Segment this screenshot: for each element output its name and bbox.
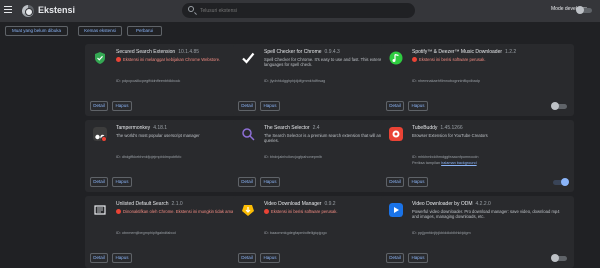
actions-bar: Muat yang belum dibuka Kemas ekstensi Pe… — [0, 22, 600, 39]
extension-id: ID: pdpcpoailkcpegffddnffeenbfdkbock — [116, 79, 181, 83]
shield-icon — [93, 51, 107, 65]
details-button[interactable]: Detail — [386, 253, 404, 263]
unlisted-icon — [93, 203, 107, 217]
extension-description: Browser Extension for YouTube Creators — [412, 133, 488, 138]
extension-card: Video Downloader by ODM 4.2.2.0 Powerful v… — [381, 196, 574, 268]
extension-id: ID: bhdnjalnhclkecjogfpahonepmlb — [264, 155, 323, 159]
extension-name: Video Download Manager 0.9.2 — [264, 201, 336, 207]
details-button[interactable]: Detail — [238, 177, 256, 187]
extension-id: ID: dhdgffkkebhmkfjojejmpbldmpobfkfo — [116, 155, 182, 159]
extension-toggle[interactable] — [553, 178, 569, 186]
details-button[interactable]: Detail — [90, 253, 108, 263]
extension-id: ID: nhemnakaehfllmnobognninfikpdbadp — [412, 79, 480, 83]
remove-button[interactable]: Hapus — [260, 253, 280, 263]
extension-version: 2.4 — [312, 125, 320, 131]
top-toolbar: Ekstensi Mode developer — [0, 0, 600, 22]
extension-version: 1.2.2 — [505, 49, 517, 55]
remove-button[interactable]: Hapus — [112, 253, 132, 263]
remove-button[interactable]: Hapus — [112, 177, 132, 187]
search-selector-icon — [241, 127, 255, 141]
details-button[interactable]: Detail — [386, 177, 404, 187]
error-icon — [412, 57, 417, 62]
odm-icon — [389, 203, 403, 217]
extension-name: Unlisted Default Search 2.1.0 — [116, 201, 183, 207]
background-page-link[interactable]: halaman background — [441, 161, 476, 165]
extensions-logo-icon — [22, 5, 34, 17]
extension-id: ID: jlydnhkdgghpbjdjdfgmmkhdfhsag — [264, 79, 326, 83]
error-icon — [116, 209, 121, 214]
error-icon — [264, 209, 269, 214]
extension-version: 0.9.2 — [324, 201, 336, 207]
details-button[interactable]: Detail — [386, 101, 404, 111]
extension-toggle[interactable] — [551, 102, 567, 110]
extension-name: Secured Search Extension 10.1.4.85 — [116, 49, 200, 55]
extension-name: Spell Checker for Chrome 0.9.4.3 — [264, 49, 340, 55]
extension-version: 4.18.1 — [153, 125, 168, 131]
music-note-icon — [389, 51, 403, 65]
remove-button[interactable]: Hapus — [260, 101, 280, 111]
search-icon — [188, 6, 194, 12]
error-badge — [101, 136, 107, 142]
extension-id: ID: baaommkgdegfapmbdfellgicpjpgo — [264, 231, 327, 235]
remove-button[interactable]: Hapus — [112, 101, 132, 111]
extension-version: 10.1.4.85 — [178, 49, 200, 55]
extension-name: Tampermonkey 4.18.1 — [116, 125, 168, 131]
search-box[interactable] — [182, 3, 415, 18]
details-button[interactable]: Detail — [90, 101, 108, 111]
tubebuddy-icon — [389, 127, 403, 141]
menu-icon[interactable] — [4, 6, 12, 16]
details-button[interactable]: Detail — [90, 177, 108, 187]
extension-card: Spotify™ & Deezer™ Music Downloader 1.2.2… — [381, 44, 574, 116]
extension-name: Video Downloader by ODM 4.2.2.0 — [412, 201, 491, 207]
details-button[interactable]: Detail — [238, 253, 256, 263]
remove-button[interactable]: Hapus — [408, 101, 428, 111]
extension-name: Spotify™ & Deezer™ Music Downloader 1.2.2 — [412, 49, 517, 55]
remove-button[interactable]: Hapus — [408, 253, 428, 263]
update-button[interactable]: Perbarui — [127, 26, 162, 36]
checkmark-icon — [241, 51, 255, 65]
extension-card: TubeBuddy 1.45.1266 Browser Extension for … — [381, 120, 574, 192]
extension-description: Powerful video downloader. Pro download … — [412, 209, 560, 220]
details-button[interactable]: Detail — [238, 101, 256, 111]
extension-id: ID: mhkhmbddhmdggfeaacnfpomnocdn — [412, 155, 479, 159]
extension-warning: Ekstensi ini berisi software perusak. — [412, 57, 562, 62]
pack-extension-button[interactable]: Kemas ekstensi — [78, 26, 122, 36]
extension-toggle[interactable] — [551, 254, 567, 262]
dev-mode-toggle[interactable] — [576, 6, 592, 14]
extension-name: The Search Selector 2.4 — [264, 125, 320, 131]
remove-button[interactable]: Hapus — [408, 177, 428, 187]
extension-id: ID: obnmemjlbegmphipifgalndfabod — [116, 231, 176, 235]
extension-version: 1.45.1266 — [440, 125, 463, 131]
load-unpacked-button[interactable]: Muat yang belum dibuka — [5, 26, 68, 36]
extension-id: ID: ppjjpmfdnjfpjkbiddioblbhkbjdgm — [412, 231, 471, 235]
page-title: Ekstensi — [38, 5, 76, 15]
extension-version: 0.9.4.3 — [324, 49, 340, 55]
extension-version: 4.2.2.0 — [475, 201, 491, 207]
error-icon — [116, 57, 121, 62]
video-download-icon — [241, 203, 255, 217]
search-input[interactable] — [200, 5, 400, 16]
extension-name: TubeBuddy 1.45.1266 — [412, 125, 463, 131]
inspect-views: Periksa tampilan halaman background — [412, 161, 477, 165]
remove-button[interactable]: Hapus — [260, 177, 280, 187]
extension-version: 2.1.0 — [171, 201, 183, 207]
